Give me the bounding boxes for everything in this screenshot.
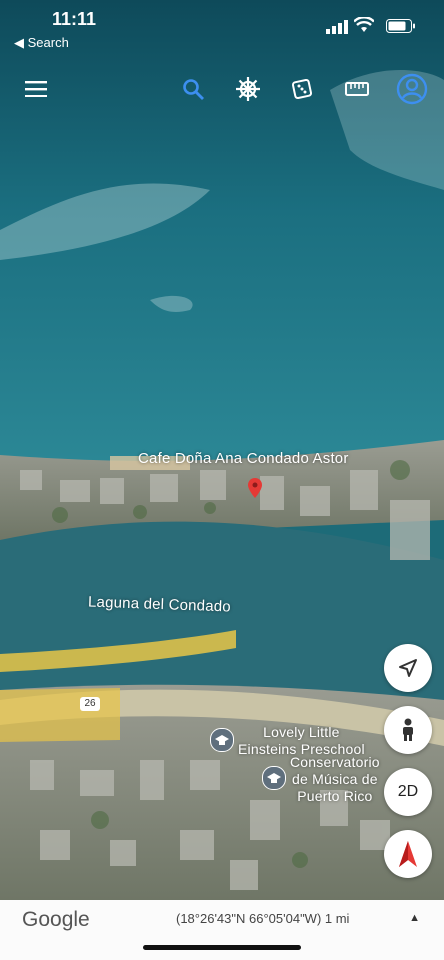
home-indicator[interactable] — [143, 945, 301, 950]
account-icon — [396, 73, 428, 105]
measure-button[interactable] — [337, 64, 377, 114]
pegman-icon — [403, 718, 413, 741]
road-shield: 26 — [80, 697, 100, 711]
voyager-button[interactable] — [228, 64, 268, 114]
battery-icon — [386, 19, 415, 33]
road-shield-number: 26 — [84, 698, 96, 709]
feeling-lucky-button[interactable] — [282, 64, 322, 114]
google-logo: Google — [22, 908, 90, 931]
coordinates-readout: (18°26'43"N 66°05'04"W) 1 mi — [176, 911, 350, 926]
wifi-icon — [354, 17, 374, 32]
place-label-cafe[interactable]: Cafe Doña Ana Condado Astor — [138, 450, 349, 467]
top-toolbar — [0, 64, 444, 114]
menu-icon — [25, 81, 47, 97]
search-icon — [183, 79, 204, 100]
navigation-arrow-icon — [399, 659, 417, 677]
compass-icon — [399, 841, 417, 867]
view-mode-label: 2D — [397, 783, 419, 800]
bottom-bar: Google (18°26'43"N 66°05'04"W) 1 mi ▲ — [0, 900, 444, 960]
status-time: 11:11 — [52, 9, 97, 29]
graduation-cap-icon — [215, 735, 229, 745]
menu-button[interactable] — [16, 64, 56, 114]
search-button[interactable] — [173, 64, 213, 114]
ruler-icon — [345, 82, 369, 96]
compass-button[interactable] — [384, 830, 432, 878]
school-icon[interactable] — [262, 766, 286, 790]
school-icon[interactable] — [210, 728, 234, 752]
place-label-preschool[interactable]: Lovely Little Einsteins Preschool — [238, 724, 365, 758]
graduation-cap-icon — [267, 773, 281, 783]
satellite-map[interactable] — [0, 0, 444, 960]
street-view-button[interactable] — [384, 706, 432, 754]
back-to-search-link[interactable]: ◀ Search — [14, 35, 69, 51]
my-location-button[interactable] — [384, 644, 432, 692]
dice-icon — [291, 78, 313, 100]
status-bar: 11:11 ◀ Search — [0, 0, 444, 56]
account-button[interactable] — [392, 64, 432, 114]
voyager-wheel-icon — [236, 77, 260, 101]
expand-info-button[interactable]: ▲ — [409, 912, 420, 924]
view-mode-toggle-button[interactable]: 2D — [384, 768, 432, 816]
place-label-conservatorio[interactable]: Conservatorio de Música de Puerto Rico — [290, 754, 380, 805]
cellular-signal-icon — [326, 20, 348, 34]
location-pin-icon[interactable] — [248, 478, 262, 498]
